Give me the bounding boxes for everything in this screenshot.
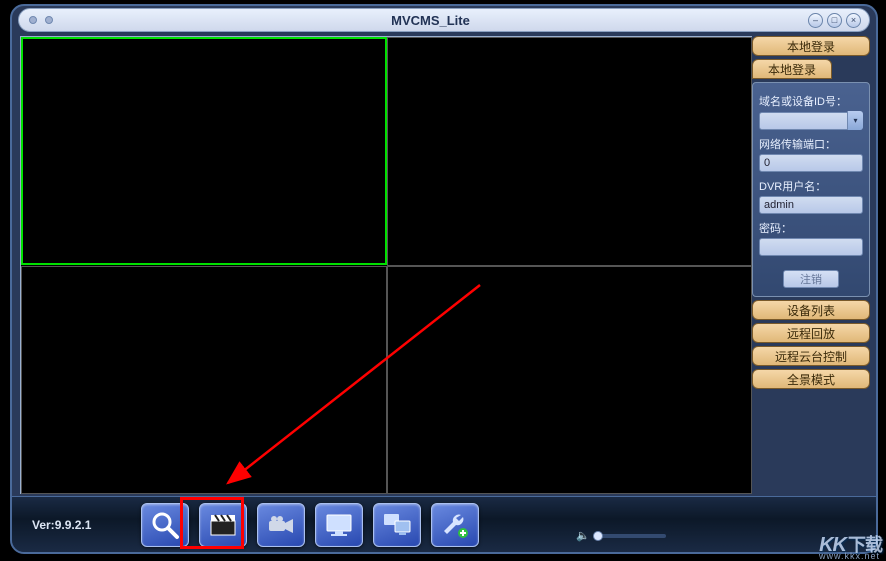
wrench-plus-icon xyxy=(439,509,471,541)
password-input[interactable] xyxy=(759,238,863,256)
remote-playback-button[interactable]: 远程回放 xyxy=(752,323,870,343)
login-form-panel: 域名或设备ID号： ▾ 网络传输端口： DVR用户名： 密码： 注销 xyxy=(752,82,870,297)
device-list-button[interactable]: 设备列表 xyxy=(752,300,870,320)
bottom-toolbar: Ver: 9.9.2.1 🔈 xyxy=(12,496,876,552)
monitor-icon xyxy=(323,509,355,541)
volume-slider[interactable] xyxy=(596,534,666,538)
clapperboard-icon xyxy=(207,509,239,541)
record-button[interactable] xyxy=(199,503,247,547)
port-input[interactable] xyxy=(759,154,863,172)
minimize-button[interactable]: – xyxy=(808,13,823,28)
monitor-button[interactable] xyxy=(315,503,363,547)
search-icon xyxy=(149,509,181,541)
toolbar-buttons xyxy=(141,503,479,547)
user-label: DVR用户名： xyxy=(759,178,863,194)
side-panel: 本地登录 本地登录 域名或设备ID号： ▾ 网络传输端口： DVR用户名： 密码… xyxy=(752,36,870,496)
username-input[interactable] xyxy=(759,196,863,214)
local-login-button[interactable]: 本地登录 xyxy=(752,36,870,56)
ptz-control-button[interactable]: 远程云台控制 xyxy=(752,346,870,366)
title-left-ornament xyxy=(19,16,53,24)
video-cell-0[interactable] xyxy=(21,37,387,265)
search-button[interactable] xyxy=(141,503,189,547)
window-controls: – □ × xyxy=(808,13,869,28)
video-cell-1[interactable] xyxy=(387,37,752,266)
speaker-icon: 🔈 xyxy=(576,529,590,542)
camcorder-icon xyxy=(265,509,297,541)
watermark-url: www.kkx.net xyxy=(819,551,880,561)
app-window: MVCMS_Lite – □ × 本地登录 本地登录 域名或设备ID号： ▾ 网… xyxy=(10,4,878,554)
video-cell-2[interactable] xyxy=(21,266,387,494)
logout-button[interactable]: 注销 xyxy=(783,270,839,288)
local-login-tab[interactable]: 本地登录 xyxy=(752,59,832,79)
port-label: 网络传输端口： xyxy=(759,136,863,152)
password-label: 密码： xyxy=(759,220,863,236)
app-title: MVCMS_Lite xyxy=(53,13,808,28)
volume-control[interactable]: 🔈 xyxy=(576,529,666,542)
title-bar: MVCMS_Lite – □ × xyxy=(18,8,870,32)
monitor-group-button[interactable] xyxy=(373,503,421,547)
settings-button[interactable] xyxy=(431,503,479,547)
maximize-button[interactable]: □ xyxy=(827,13,842,28)
panorama-mode-button[interactable]: 全景模式 xyxy=(752,369,870,389)
domain-label: 域名或设备ID号： xyxy=(759,93,863,109)
version-label: Ver: 9.9.2.1 xyxy=(32,518,91,532)
video-cell-3[interactable] xyxy=(387,266,752,494)
monitor-group-icon xyxy=(381,509,413,541)
video-grid xyxy=(20,36,752,494)
close-button[interactable]: × xyxy=(846,13,861,28)
camera-button[interactable] xyxy=(257,503,305,547)
chevron-down-icon[interactable]: ▾ xyxy=(847,111,863,130)
